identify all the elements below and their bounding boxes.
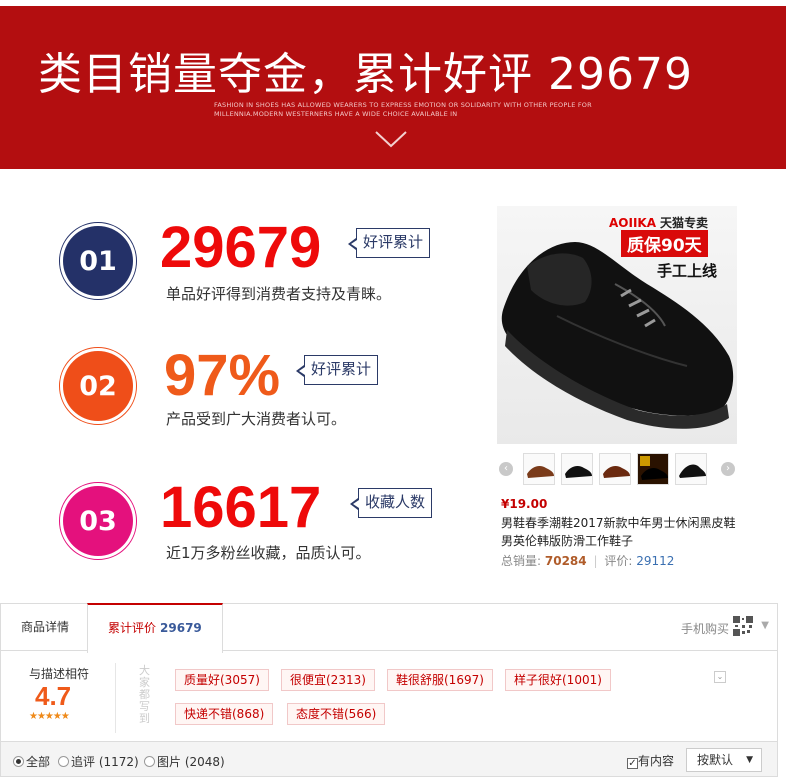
review-tag[interactable]: 快递不错(868) <box>175 703 274 725</box>
tab-reviews-count: 29679 <box>160 621 202 635</box>
promo-banner: 类目销量夺金，累计好评 29679 FASHION IN SHOES HAS A… <box>0 6 786 169</box>
banner-subtitle: FASHION IN SHOES HAS ALLOWED WEARERS TO … <box>214 101 592 119</box>
review-summary: 与描述相符 4.7 ★★★★★ 大家都写到 质量好(3057) 很便宜(2313… <box>0 651 778 741</box>
stat-description: 单品好评得到消费者支持及青睐。 <box>166 285 392 303</box>
rating-stars: ★★★★★ <box>29 711 70 722</box>
expand-icon[interactable]: ⌄ <box>714 671 726 683</box>
divider <box>115 663 116 733</box>
banner-subtitle-line-2: MILLENNIA.MODERN WESTERNERS HAVE A WIDE … <box>214 110 458 118</box>
banner-subtitle-line-1: FASHION IN SHOES HAS ALLOWED WEARERS TO … <box>214 101 592 109</box>
sort-select[interactable]: 按默认 ▼ <box>686 748 762 772</box>
caret-down-icon[interactable]: ▼ <box>761 620 769 631</box>
reviews-label: 评价: <box>604 554 633 568</box>
stat-number-badge: 01 <box>59 222 137 300</box>
rating-label: 与描述相符 <box>29 667 90 681</box>
stat-tag: 好评累计 <box>347 228 431 258</box>
stat-value: 29679 <box>160 215 322 280</box>
chevron-left-icon[interactable]: ‹ <box>499 462 513 476</box>
banner-title: 类目销量夺金，累计好评 29679 <box>38 49 693 100</box>
checkmark-icon: ✓ <box>627 758 638 769</box>
mobile-buy-link[interactable]: 手机购买 <box>681 620 729 637</box>
filter-all-label: 全部 <box>26 755 51 769</box>
product-image[interactable]: AOIIKA 天猫专卖 质保90天 手工上线 <box>497 206 737 444</box>
qr-code-icon[interactable] <box>733 616 753 636</box>
stat-tag: 收藏人数 <box>349 488 433 518</box>
review-filter-bar: 全部 追评 (1172) 图片 (2048) ✓有内容 按默认 ▼ <box>0 741 778 777</box>
sales-label: 总销量: <box>501 554 542 568</box>
chevron-right-icon[interactable]: › <box>721 462 735 476</box>
sales-value: 70284 <box>544 554 587 568</box>
impression-heading: 大家都写到 <box>139 664 150 725</box>
reviews-value: 29112 <box>636 554 675 568</box>
review-tag[interactable]: 质量好(3057) <box>175 669 269 691</box>
filter-followup-radio[interactable]: 追评 (1172) <box>58 753 139 770</box>
thumbnail[interactable] <box>599 453 631 485</box>
filter-pictures-radio[interactable]: 图片 (2048) <box>144 753 225 770</box>
caret-down-icon: ▼ <box>746 755 753 765</box>
has-content-label: 有内容 <box>638 754 675 768</box>
tab-bar: 商品详情 累计评价 29679 手机购买 ▼ <box>0 603 778 653</box>
rating-score: 4.7 <box>35 681 72 711</box>
thumbnail[interactable] <box>637 453 669 485</box>
stat-description: 近1万多粉丝收藏，品质认可。 <box>166 544 371 562</box>
thumbnail[interactable] <box>675 453 707 485</box>
thumbnail-strip: ‹ › <box>497 452 737 486</box>
product-stats: 总销量: 70284 | 评价: 29112 <box>501 554 675 568</box>
product-price: ¥19.00 <box>501 497 548 511</box>
review-tag[interactable]: 鞋很舒服(1697) <box>387 669 493 691</box>
thumbnail[interactable] <box>561 453 593 485</box>
stat-number-badge: 02 <box>59 347 137 425</box>
review-tag[interactable]: 很便宜(2313) <box>281 669 375 691</box>
review-tag[interactable]: 态度不错(566) <box>287 703 386 725</box>
has-content-checkbox[interactable]: ✓有内容 <box>627 752 674 769</box>
stat-description: 产品受到广大消费者认可。 <box>166 410 347 428</box>
filter-followup-label: 追评 (1172) <box>71 755 139 769</box>
stat-value: 97% <box>164 343 281 408</box>
filter-all-radio[interactable]: 全部 <box>13 753 50 770</box>
review-tag[interactable]: 样子很好(1001) <box>505 669 611 691</box>
stat-tag: 好评累计 <box>295 355 379 385</box>
filter-pictures-label: 图片 (2048) <box>157 755 225 769</box>
chevron-down-icon <box>375 131 407 148</box>
stat-value: 16617 <box>160 475 322 540</box>
tab-reviews-label: 累计评价 <box>108 621 157 635</box>
thumbnail[interactable] <box>523 453 555 485</box>
product-title[interactable]: 男鞋春季潮鞋2017新款中年男士休闲黑皮鞋男英伦韩版防滑工作鞋子 <box>501 514 737 550</box>
tab-reviews[interactable]: 累计评价 29679 <box>87 603 223 653</box>
tab-product-details[interactable]: 商品详情 <box>1 603 89 651</box>
shoe-image <box>501 242 734 429</box>
sort-value: 按默认 <box>697 753 734 767</box>
stat-number-badge: 03 <box>59 482 137 560</box>
